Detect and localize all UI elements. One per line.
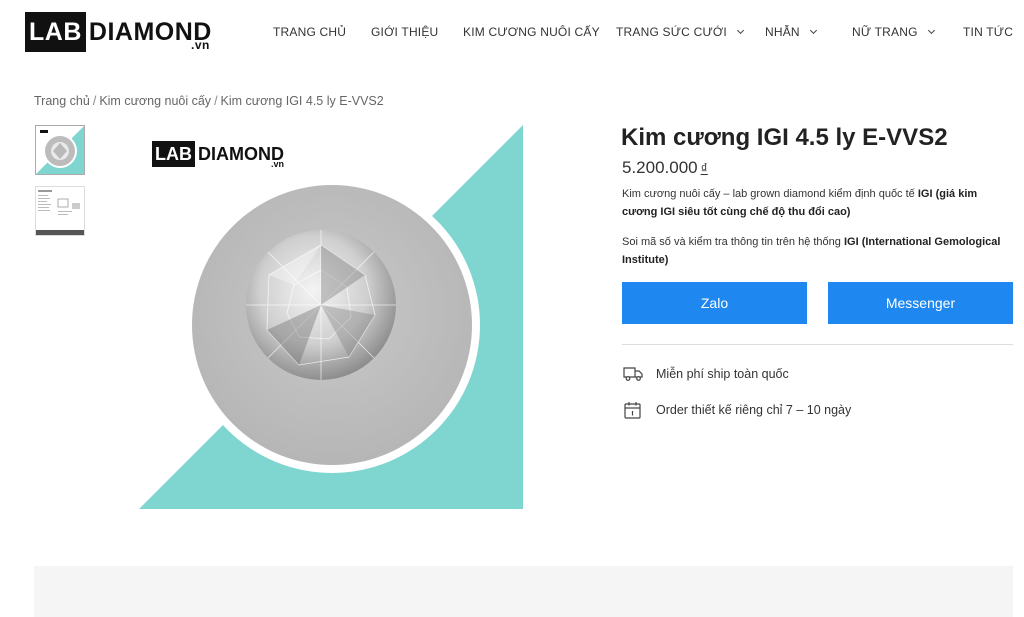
feature-free-shipping: Miễn phí ship toàn quốc: [623, 366, 789, 382]
breadcrumb: Trang chủ / Kim cương nuôi cấy / Kim cương I…: [34, 94, 384, 108]
desc2-plain: Soi mã số và kiểm tra thông tin trên hệ …: [622, 236, 844, 248]
breadcrumb-separator: /: [214, 94, 218, 108]
image-logo-vn: .vn: [270, 159, 284, 169]
product-main-image[interactable]: LAB DIAMOND .vn: [139, 125, 523, 509]
nav-label: NỮ TRANG: [852, 25, 918, 39]
calendar-icon: [624, 402, 641, 419]
nav-label: TIN TỨC: [963, 25, 1014, 39]
price-amount: 5.200.000: [622, 158, 698, 177]
nav-label: TRANG CHỦ: [273, 25, 347, 39]
truck-icon: [623, 367, 643, 381]
product-description-2: Soi mã số và kiểm tra thông tin trên hệ …: [622, 233, 1012, 269]
breadcrumb-category-link[interactable]: Kim cương nuôi cấy: [99, 94, 211, 108]
nav-label: NHẪN: [765, 25, 800, 39]
nav-label: TRANG SỨC CƯỚI: [616, 25, 727, 39]
price-currency: ₫: [700, 160, 708, 176]
nav-label: KIM CƯƠNG NUÔI CẤY: [463, 25, 600, 39]
site-header: LAB DIAMOND .vn TRANG CHỦ GIỚI THIỆU KIM…: [0, 0, 1024, 64]
zalo-button[interactable]: Zalo: [622, 282, 807, 324]
gallery-thumbnail-diamond[interactable]: [35, 125, 85, 175]
bottom-section-band: [34, 566, 1013, 617]
image-watermark-logo: LAB DIAMOND .vn: [152, 141, 284, 169]
nav-item-kim-cuong-nuoi-cay[interactable]: KIM CƯƠNG NUÔI CẤY: [463, 25, 600, 39]
nav-item-trang-chu[interactable]: TRANG CHỦ: [273, 25, 346, 39]
image-logo-diamond: DIAMOND .vn: [195, 141, 284, 169]
nav-item-nhan[interactable]: NHẪN: [765, 25, 817, 39]
product-description-1: Kim cương nuôi cấy – lab grown diamond k…: [622, 185, 1012, 221]
certificate-thumbnail-icon: [36, 187, 84, 235]
nav-item-tin-tuc[interactable]: TIN TỨC: [963, 25, 1013, 39]
nav-item-trang-suc-cuoi[interactable]: TRANG SỨC CƯỚI: [616, 25, 744, 39]
product-price: 5.200.000 ₫: [622, 158, 708, 178]
chevron-down-icon: [809, 26, 817, 35]
feature-custom-order: Order thiết kế riêng chỉ 7 – 10 ngày: [623, 400, 851, 420]
logo-lab-text: LAB: [25, 12, 86, 52]
nav-label: GIỚI THIỆU: [371, 25, 439, 39]
nav-item-nu-trang[interactable]: NỮ TRANG: [852, 25, 935, 39]
breadcrumb-separator: /: [92, 94, 97, 108]
chevron-down-icon: [736, 26, 744, 35]
breadcrumb-home-link[interactable]: Trang chủ: [34, 94, 90, 108]
breadcrumb-current: Kim cương IGI 4.5 ly E-VVS2: [220, 94, 384, 108]
feature-text: Miễn phí ship toàn quốc: [656, 367, 789, 381]
logo-diamond-text: DIAMOND .vn: [86, 12, 212, 52]
gallery-thumbnail-certificate[interactable]: [35, 186, 85, 236]
nav-item-gioi-thieu[interactable]: GIỚI THIỆU: [371, 25, 438, 39]
desc1-plain: Kim cương nuôi cấy – lab grown diamond k…: [622, 188, 918, 200]
image-logo-lab: LAB: [152, 141, 195, 167]
feature-text: Order thiết kế riêng chỉ 7 – 10 ngày: [656, 403, 852, 417]
site-logo[interactable]: LAB DIAMOND .vn: [25, 12, 212, 52]
diamond-product-image: [139, 125, 523, 509]
product-title: Kim cương IGI 4.5 ly E-VVS2: [621, 124, 948, 151]
chevron-down-icon: [927, 26, 935, 35]
logo-vn-text: .vn: [190, 38, 210, 52]
divider: [622, 344, 1013, 345]
diamond-thumbnail-icon: [36, 126, 84, 174]
messenger-button[interactable]: Messenger: [828, 282, 1013, 324]
